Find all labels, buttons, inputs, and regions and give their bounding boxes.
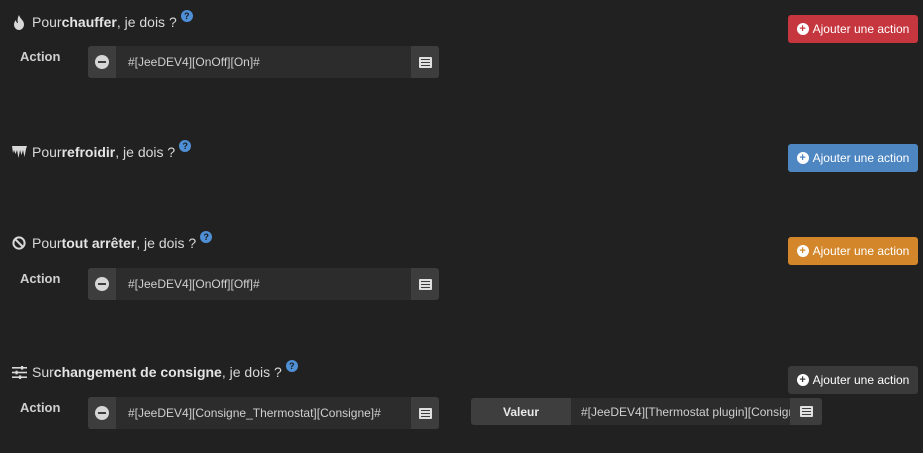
heading-suffix: , je dois ?	[136, 235, 197, 251]
heading-bold: tout arrêter	[61, 235, 137, 251]
list-icon	[799, 406, 813, 417]
add-action-button-refroidir[interactable]: + Ajouter une action	[788, 144, 918, 172]
heading-bold: chauffer	[61, 14, 117, 30]
plus-circle-icon: +	[796, 23, 809, 35]
action-command-input[interactable]	[116, 268, 411, 300]
plus-circle-icon: +	[796, 152, 809, 164]
heading-consigne: Sur changement de consigne , je dois ? ?	[11, 360, 298, 382]
heading-bold: changement de consigne	[53, 364, 222, 380]
select-command-button[interactable]	[411, 397, 439, 429]
action-label: Action	[20, 49, 61, 64]
heading-refroidir: Pour refroidir , je dois ? ?	[11, 140, 192, 162]
heading-prefix: Sur	[32, 364, 54, 380]
heading-suffix: , je dois ?	[116, 14, 177, 30]
add-action-label: Ajouter une action	[812, 22, 910, 36]
action-input-group	[88, 46, 439, 78]
list-icon	[418, 56, 432, 68]
heading-prefix: Pour	[32, 144, 62, 160]
action-label: Action	[20, 271, 61, 286]
add-action-button-arreter[interactable]: + Ajouter une action	[788, 237, 918, 265]
select-command-button[interactable]	[411, 46, 439, 78]
sliders-icon	[11, 364, 27, 380]
help-icon[interactable]: ?	[285, 360, 298, 372]
heading-chauffer: Pour chauffer , je dois ? ?	[11, 10, 193, 32]
add-action-button-consigne[interactable]: + Ajouter une action	[788, 366, 918, 394]
minus-circle-icon	[95, 406, 109, 420]
heading-suffix: , je dois ?	[115, 144, 176, 160]
heading-bold: refroidir	[61, 144, 116, 160]
plus-circle-icon: +	[796, 374, 809, 386]
remove-action-button[interactable]	[88, 268, 116, 300]
add-action-label: Ajouter une action	[812, 373, 910, 387]
flame-icon	[11, 14, 27, 30]
help-icon[interactable]: ?	[179, 140, 192, 152]
action-command-input[interactable]	[116, 46, 411, 78]
action-input-group	[88, 268, 439, 300]
minus-circle-icon	[95, 55, 109, 69]
add-action-label: Ajouter une action	[812, 151, 910, 165]
select-value-button[interactable]	[790, 398, 822, 425]
action-label: Action	[20, 400, 61, 415]
heading-arreter: Pour tout arrêter , je dois ? ?	[11, 231, 213, 253]
add-action-button-chauffer[interactable]: + Ajouter une action	[788, 15, 918, 43]
minus-circle-icon	[95, 277, 109, 291]
icicles-icon	[11, 144, 27, 160]
remove-action-button[interactable]	[88, 46, 116, 78]
heading-prefix: Pour	[32, 14, 62, 30]
ban-icon	[11, 235, 27, 251]
action-input-group	[88, 397, 439, 429]
help-icon[interactable]: ?	[200, 231, 213, 243]
add-action-label: Ajouter une action	[812, 244, 910, 258]
value-input-group: Valeur	[471, 398, 822, 425]
value-command-input[interactable]	[571, 398, 790, 425]
select-command-button[interactable]	[411, 268, 439, 300]
remove-action-button[interactable]	[88, 397, 116, 429]
action-command-input[interactable]	[116, 397, 411, 429]
help-icon[interactable]: ?	[180, 10, 193, 22]
list-icon	[418, 407, 432, 419]
plus-circle-icon: +	[796, 245, 809, 257]
value-label: Valeur	[471, 398, 571, 425]
heading-prefix: Pour	[32, 235, 62, 251]
heading-suffix: , je dois ?	[221, 364, 282, 380]
list-icon	[418, 278, 432, 290]
